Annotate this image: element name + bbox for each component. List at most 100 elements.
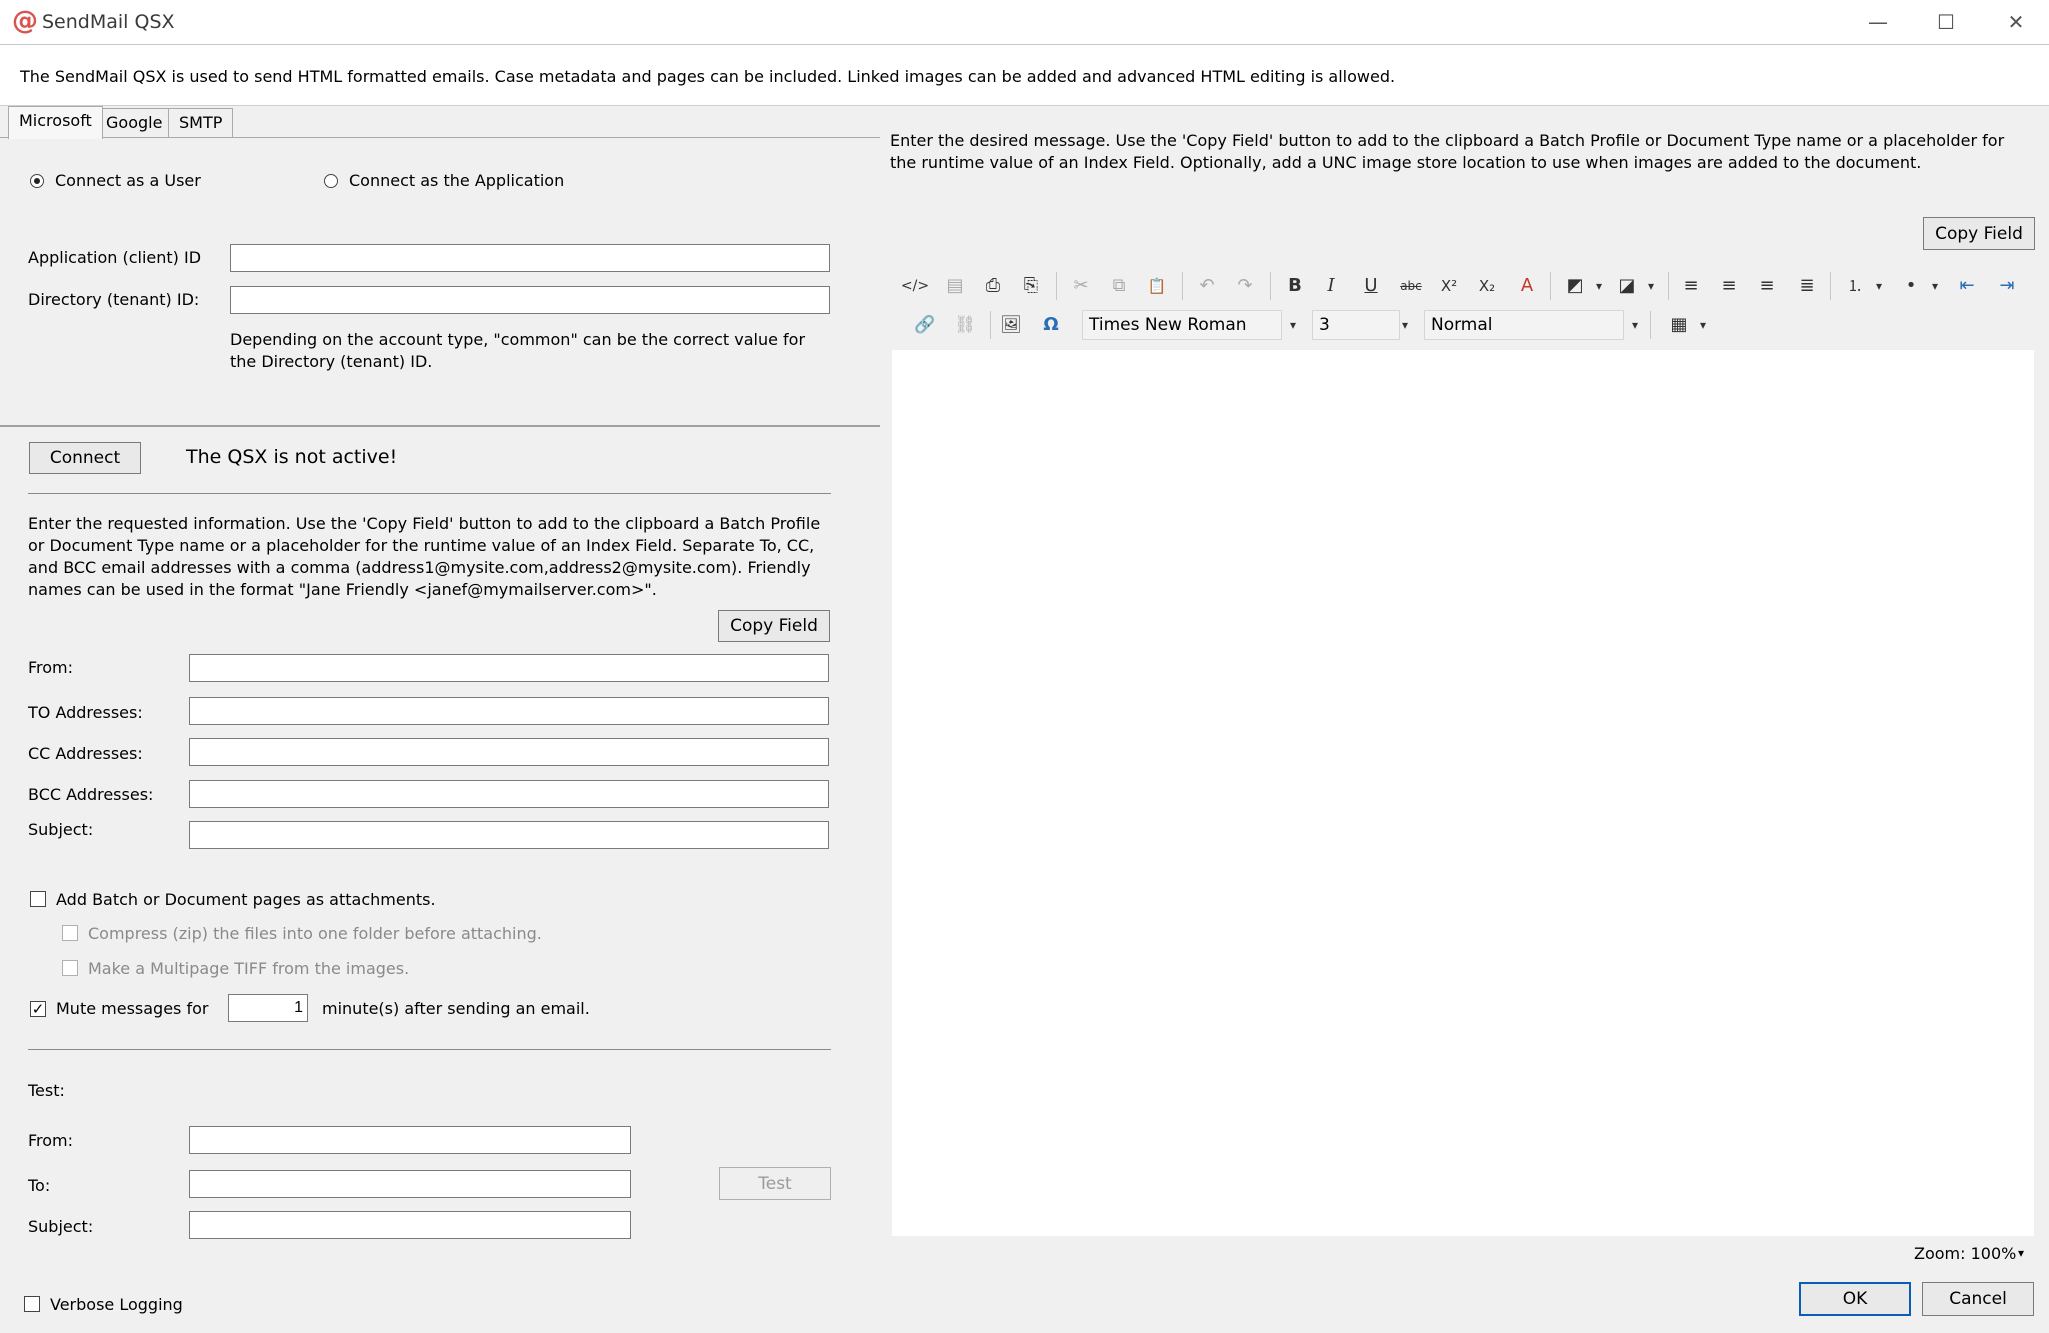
app-id-input[interactable] — [230, 244, 830, 272]
add-pages-label: Add Batch or Document pages as attachmen… — [56, 890, 436, 909]
font-name-dropdown-icon[interactable]: ▾ — [1284, 310, 1302, 340]
indent-icon[interactable]: ⇥ — [1992, 271, 2022, 301]
bold-icon[interactable]: B — [1280, 271, 1310, 301]
connect-button[interactable]: Connect — [29, 442, 141, 474]
font-name-select[interactable]: Times New Roman — [1082, 310, 1282, 340]
toolbar-separator — [1270, 272, 1271, 300]
toolbar-separator — [1056, 272, 1057, 300]
source-code-icon[interactable]: </> — [900, 271, 930, 301]
toolbar-separator — [1550, 272, 1551, 300]
align-right-icon[interactable]: ≡ — [1752, 271, 1782, 301]
clear-formatting-icon[interactable]: A — [1512, 271, 1542, 301]
toolbar-separator — [1668, 272, 1669, 300]
ok-button[interactable]: OK — [1799, 1282, 1911, 1316]
insert-link-icon[interactable]: 🔗 — [910, 310, 940, 340]
test-to-label: To: — [28, 1176, 51, 1195]
subject-label: Subject: — [28, 820, 94, 839]
toolbar-separator — [1830, 272, 1831, 300]
outdent-icon[interactable]: ⇤ — [1952, 271, 1982, 301]
test-subject-input[interactable] — [189, 1211, 631, 1239]
bullet-list-dropdown-icon[interactable]: ▾ — [1926, 271, 1944, 301]
fore-color-dropdown-icon[interactable]: ▾ — [1590, 271, 1608, 301]
zoom-level[interactable]: Zoom: 100% — [1914, 1244, 2016, 1264]
copy-field-button-email[interactable]: Copy Field — [718, 610, 830, 642]
section-divider — [28, 1049, 831, 1050]
print-icon[interactable]: ⎙ — [978, 271, 1008, 301]
numbered-list-icon[interactable]: ⒈ — [1840, 271, 1870, 301]
back-color-icon[interactable]: ◪ — [1612, 271, 1642, 301]
font-name-value: Times New Roman — [1089, 315, 1247, 335]
font-size-dropdown-icon[interactable]: ▾ — [1396, 310, 1414, 340]
redo-icon[interactable]: ↷ — [1230, 271, 1260, 301]
underline-icon[interactable]: U — [1356, 271, 1386, 301]
tab-smtp[interactable]: SMTP — [168, 108, 234, 137]
print-preview-icon[interactable]: ⎘ — [1016, 271, 1046, 301]
message-editor[interactable] — [892, 350, 2034, 1236]
tab-divider — [0, 137, 880, 138]
font-size-select[interactable]: 3 — [1312, 310, 1400, 340]
verbose-logging-checkbox[interactable] — [24, 1296, 40, 1312]
bullet-list-icon[interactable]: • — [1896, 271, 1926, 301]
subscript-icon[interactable]: X₂ — [1472, 271, 1502, 301]
close-button[interactable]: ✕ — [1994, 8, 2038, 36]
italic-icon[interactable]: I — [1316, 271, 1346, 301]
numbered-list-dropdown-icon[interactable]: ▾ — [1870, 271, 1888, 301]
email-instructions: Enter the requested information. Use the… — [28, 514, 821, 599]
strikethrough-icon[interactable]: abc — [1396, 271, 1426, 301]
section-divider — [28, 493, 831, 494]
paragraph-style-select[interactable]: Normal — [1424, 310, 1624, 340]
test-button[interactable]: Test — [719, 1167, 831, 1200]
tab-microsoft[interactable]: Microsoft — [8, 106, 103, 139]
insert-symbol-icon[interactable]: Ω — [1036, 310, 1066, 340]
fore-color-icon[interactable]: ◩ — [1560, 271, 1590, 301]
superscript-icon[interactable]: X² — [1434, 271, 1464, 301]
multipage-tiff-checkbox[interactable] — [62, 960, 78, 976]
test-from-label: From: — [28, 1131, 74, 1150]
app-id-label: Application (client) ID — [28, 248, 202, 267]
tab-google[interactable]: Google — [95, 108, 174, 137]
cut-icon[interactable]: ✂ — [1066, 271, 1096, 301]
insert-image-icon[interactable]: 🖼 — [996, 310, 1026, 340]
copy-icon[interactable]: ⧉ — [1104, 271, 1134, 301]
mute-messages-checkbox[interactable]: ✓ — [30, 1001, 46, 1017]
paragraph-style-dropdown-icon[interactable]: ▾ — [1626, 310, 1644, 340]
subject-input[interactable] — [189, 821, 829, 849]
bcc-addresses-label: BCC Addresses: — [28, 785, 154, 804]
copy-field-button-message[interactable]: Copy Field — [1923, 217, 2035, 250]
from-input[interactable] — [189, 654, 829, 682]
mute-minutes-input[interactable] — [228, 994, 308, 1022]
justify-icon[interactable]: ≣ — [1792, 271, 1822, 301]
unlink-icon[interactable]: ⛓ — [950, 310, 980, 340]
message-instructions: Enter the desired message. Use the 'Copy… — [890, 131, 2005, 172]
test-from-input[interactable] — [189, 1126, 631, 1154]
insert-table-dropdown-icon[interactable]: ▾ — [1694, 310, 1712, 340]
font-size-value: 3 — [1319, 315, 1330, 335]
compress-checkbox[interactable] — [62, 925, 78, 941]
multipage-tiff-label: Make a Multipage TIFF from the images. — [88, 959, 410, 978]
connect-as-application-radio[interactable] — [324, 174, 338, 188]
app-at-icon: @ — [12, 6, 38, 36]
back-color-dropdown-icon[interactable]: ▾ — [1642, 271, 1660, 301]
tenant-id-input[interactable] — [230, 286, 830, 314]
from-label: From: — [28, 658, 74, 677]
paste-icon[interactable]: 📋 — [1142, 271, 1172, 301]
verbose-logging-label: Verbose Logging — [50, 1295, 183, 1314]
undo-icon[interactable]: ↶ — [1192, 271, 1222, 301]
connect-as-user-radio[interactable] — [30, 174, 44, 188]
add-pages-checkbox[interactable] — [30, 891, 46, 907]
tab-label: Microsoft — [19, 111, 92, 130]
align-left-icon[interactable]: ≡ — [1676, 271, 1706, 301]
select-all-icon[interactable]: ▤ — [940, 271, 970, 301]
minimize-button[interactable]: — — [1856, 8, 1900, 36]
zoom-dropdown-icon[interactable]: ▾ — [2018, 1246, 2024, 1260]
test-to-input[interactable] — [189, 1170, 631, 1198]
cc-addresses-input[interactable] — [189, 738, 829, 766]
to-addresses-input[interactable] — [189, 697, 829, 725]
check-mark-icon: ✓ — [31, 1000, 45, 1018]
insert-table-icon[interactable]: ▦ — [1664, 310, 1694, 340]
cancel-button[interactable]: Cancel — [1922, 1282, 2034, 1316]
align-center-icon[interactable]: ≡ — [1714, 271, 1744, 301]
mute-messages-label: Mute messages for — [56, 999, 209, 1018]
maximize-button[interactable]: ☐ — [1924, 8, 1968, 36]
bcc-addresses-input[interactable] — [189, 780, 829, 808]
